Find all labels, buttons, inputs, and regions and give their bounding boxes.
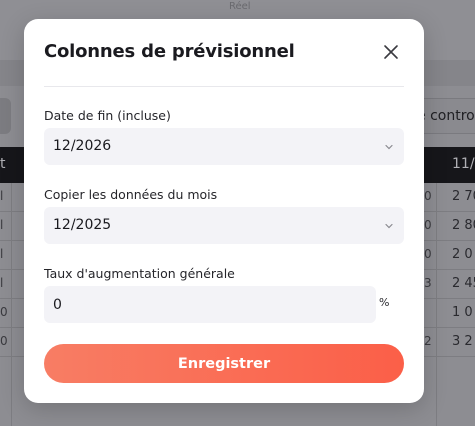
close-button[interactable] (380, 41, 402, 63)
end-date-select[interactable]: 12/2026 (44, 128, 404, 165)
bg-cell: 2 70 (452, 189, 475, 204)
forecast-columns-dialog: Colonnes de prévisionnel Date de fin (in… (24, 19, 424, 403)
bg-left-button (0, 98, 11, 134)
bg-cell: 0 (424, 189, 432, 203)
save-button[interactable]: Enregistrer (44, 344, 404, 383)
copy-month-value: 12/2025 (53, 217, 112, 233)
bg-control-button-label: e contro (417, 108, 475, 124)
copy-month-label: Copier les données du mois (44, 187, 218, 202)
bg-header-right: 11/2 (452, 156, 475, 172)
rate-input[interactable] (44, 286, 376, 323)
bg-cell: 2 0 (452, 247, 473, 262)
bg-cell: l (0, 218, 4, 232)
bg-cell: l (0, 189, 4, 203)
bg-header-left: t (0, 156, 6, 172)
close-icon (384, 45, 398, 59)
copy-month-select[interactable]: 12/2025 (44, 207, 404, 244)
bg-cell: 0 (424, 218, 432, 232)
bg-cell: 2 80 (452, 218, 475, 233)
dialog-divider (44, 86, 404, 87)
bg-cell: 0 (0, 334, 8, 348)
chevron-down-icon (385, 223, 393, 229)
end-date-label: Date de fin (incluse) (44, 108, 171, 123)
end-date-value: 12/2026 (53, 138, 112, 154)
bg-cell: 2 (424, 334, 432, 348)
dialog-title: Colonnes de prévisionnel (44, 41, 295, 62)
bg-cell: 3 2 (452, 334, 473, 349)
bg-cell: l (0, 247, 4, 261)
chevron-down-icon (385, 144, 393, 150)
bg-grid-line (436, 183, 437, 426)
rate-unit: % (379, 296, 390, 309)
bg-cell: 1 0 (452, 305, 473, 320)
bg-cell: 2 45 (452, 276, 475, 291)
bg-cell: 0 (424, 247, 432, 261)
bg-cell: 3 (424, 276, 432, 290)
bg-cell: 0 (0, 305, 8, 319)
bg-reel-label: Réel (229, 1, 251, 12)
bg-cell: l (0, 276, 4, 290)
bg-grid-line (11, 183, 12, 426)
rate-label: Taux d'augmentation générale (44, 266, 235, 281)
